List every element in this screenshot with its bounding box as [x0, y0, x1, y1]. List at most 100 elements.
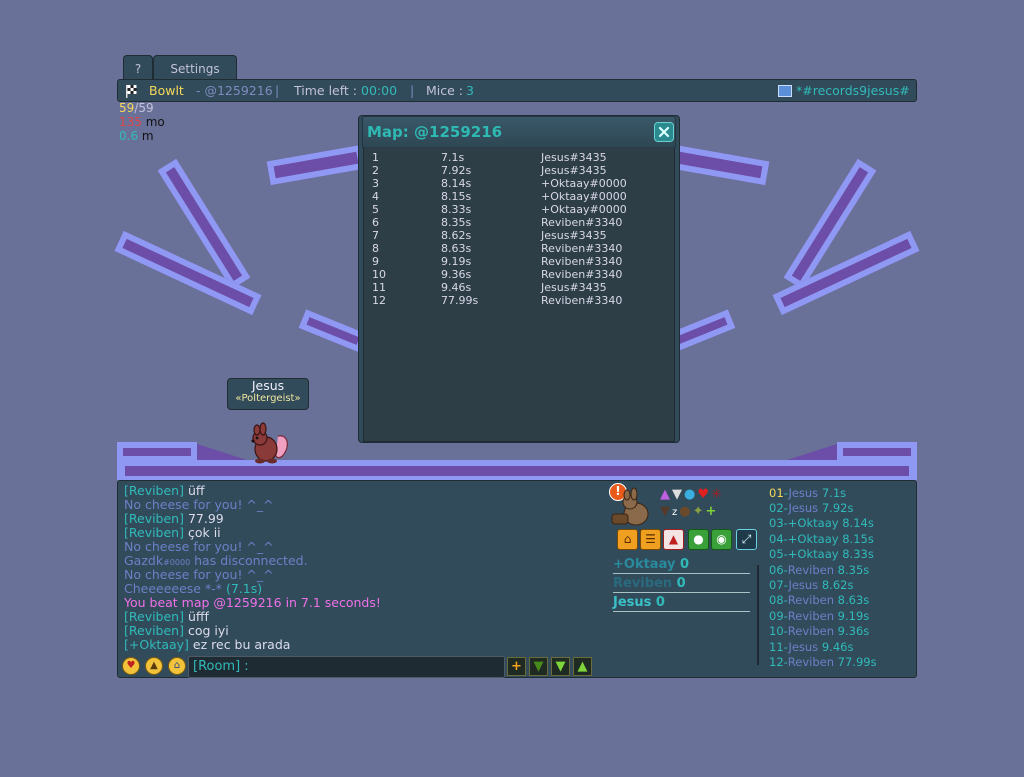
speech-bubble-icon: ● [693, 532, 704, 546]
chat-author[interactable]: [Reviben] [124, 511, 184, 526]
house-icon: ⌂ [173, 660, 181, 671]
chat-author[interactable]: [Reviben] [124, 609, 184, 624]
add-button[interactable]: + [507, 657, 526, 676]
leaderboard-row: 07-Jesus 8.62s [769, 578, 853, 592]
checkered-flag-icon [124, 83, 140, 98]
leader-time: 7.92s [821, 501, 854, 515]
record-time: 8.14s [441, 177, 472, 190]
bowl-icon[interactable]: ▼ [672, 487, 684, 502]
heart-button[interactable]: ♥ [122, 657, 140, 675]
expand-icon: ⤢ [741, 532, 752, 546]
fullscreen-button[interactable]: ⤢ [736, 529, 757, 550]
close-button[interactable] [654, 122, 674, 142]
heart-icon: ♥ [126, 660, 136, 671]
fps-value: 59 [119, 101, 135, 115]
mice-count: 3 [466, 83, 474, 98]
heart-icon[interactable]: ♥ [697, 487, 711, 502]
leader-time: 9.46s [821, 640, 854, 654]
fps-max: /59 [134, 101, 154, 115]
leader-name: +Oktaay [787, 516, 839, 530]
record-rank: 8 [372, 242, 379, 255]
mouse-character [251, 422, 288, 464]
room-name[interactable]: *#records9jesus# [796, 80, 910, 101]
map-author[interactable]: Bowlt [149, 80, 184, 101]
chat-author[interactable]: [Reviben] [124, 525, 184, 540]
distance-unit: m [138, 129, 154, 143]
dress-icon[interactable]: ▲ [660, 487, 672, 502]
chat-text: Gazdk [124, 553, 164, 568]
tribe-house-button[interactable]: ⌂ [617, 529, 638, 550]
chat-author[interactable]: [+Oktaay] [124, 637, 189, 652]
chat-text: Cheeeeeese *-* [124, 581, 226, 596]
leader-time: 8.63s [837, 593, 870, 607]
leader-name: Jesus [788, 486, 819, 500]
spider-icon[interactable]: ✳ [711, 487, 724, 502]
player-title: «Poltergeist» [235, 393, 301, 404]
score-value: 0 [679, 557, 690, 572]
map-beam [266, 144, 366, 186]
help-tab[interactable]: ? [123, 55, 153, 80]
discord-button[interactable]: ◉ [711, 529, 732, 550]
score-player[interactable]: Reviben [613, 576, 672, 591]
popup-title: Map: @1259216 [362, 116, 676, 149]
leaderboard-row: 05-+Oktaay 8.33s [769, 547, 874, 561]
shop-button[interactable]: ▲ [663, 529, 684, 550]
scroll-up-button[interactable]: ▲ [573, 657, 592, 676]
player-score-row: Reviben 0 [613, 576, 750, 593]
top-info-bar: Bowlt - @1259216 | Time left : 00:00 | M… [117, 79, 917, 102]
score-player[interactable]: +Oktaay [613, 557, 675, 572]
chat-button[interactable]: ● [688, 529, 709, 550]
score-value: 0 [676, 576, 686, 591]
leaderboard-row: 09-Reviben 9.19s [769, 609, 869, 623]
sparkle-icon[interactable]: ✦ [693, 504, 706, 519]
leaderboard-row: 12-Reviben 77.99s [769, 655, 877, 669]
settings-tab[interactable]: Settings [153, 55, 237, 80]
leader-name: Reviben [787, 593, 835, 607]
menu-list-button[interactable]: ☰ [640, 529, 661, 550]
record-time: 8.33s [441, 203, 472, 216]
shirt-icon: ▲ [668, 532, 679, 546]
add-icon[interactable]: + [706, 504, 719, 519]
leader-name: +Oktaay [787, 532, 839, 546]
record-rank: 6 [372, 216, 379, 229]
chat-message: [+Oktaay] ez rec bu arada [124, 638, 290, 652]
leader-time: 8.62s [821, 578, 854, 592]
leader-time: 77.99s [837, 655, 877, 669]
chat-author[interactable]: [Reviben] [124, 483, 184, 498]
inventory-icons: ▲▼●♥✳ ▼z●✦+ [660, 486, 744, 520]
chat-author[interactable]: [Reviben] [124, 623, 184, 638]
record-rank: 7 [372, 229, 379, 242]
chat-message: [Reviben] üff [124, 484, 205, 498]
leader-rank: 09 [769, 609, 784, 623]
drop-icon[interactable]: ● [684, 487, 697, 502]
leader-rank: 07 [769, 578, 784, 592]
leader-name: Reviben [787, 563, 835, 577]
leader-rank: 06 [769, 563, 784, 577]
bag-icon[interactable]: ● [679, 504, 692, 519]
time-left-label: Time left : [294, 83, 357, 98]
chat-text: No cheese for you! ^_^ [124, 539, 274, 554]
record-player: Reviben#3340 [541, 242, 623, 255]
record-player: +Oktaay#0000 [541, 190, 627, 203]
player-avatar[interactable] [610, 486, 656, 528]
chat-text: ez rec bu arada [188, 637, 291, 652]
record-player: +Oktaay#0000 [541, 177, 627, 190]
shaman-button[interactable]: ▲ [145, 657, 163, 675]
scroll-down-button[interactable]: ▼ [529, 657, 548, 676]
leader-time: 7.1s [821, 486, 847, 500]
record-player: +Oktaay#0000 [541, 203, 627, 216]
scroll-bottom-button[interactable]: ▼ [551, 657, 570, 676]
leaderboard-row: 03-+Oktaay 8.14s [769, 516, 874, 530]
score-player[interactable]: Jesus [613, 595, 651, 610]
tribe-button[interactable]: ⌂ [168, 657, 186, 675]
leader-rank: 04 [769, 532, 784, 546]
record-player: Reviben#3340 [541, 216, 623, 229]
record-rank: 5 [372, 203, 379, 216]
leader-time: 8.35s [837, 563, 870, 577]
record-time: 8.15s [441, 190, 472, 203]
chat-time: (7.1s) [225, 581, 263, 596]
close-icon [658, 126, 670, 138]
bug-icon[interactable]: ▼ [660, 504, 672, 519]
scrollbar[interactable] [757, 565, 759, 665]
chat-input[interactable]: [Room] : [188, 656, 505, 678]
